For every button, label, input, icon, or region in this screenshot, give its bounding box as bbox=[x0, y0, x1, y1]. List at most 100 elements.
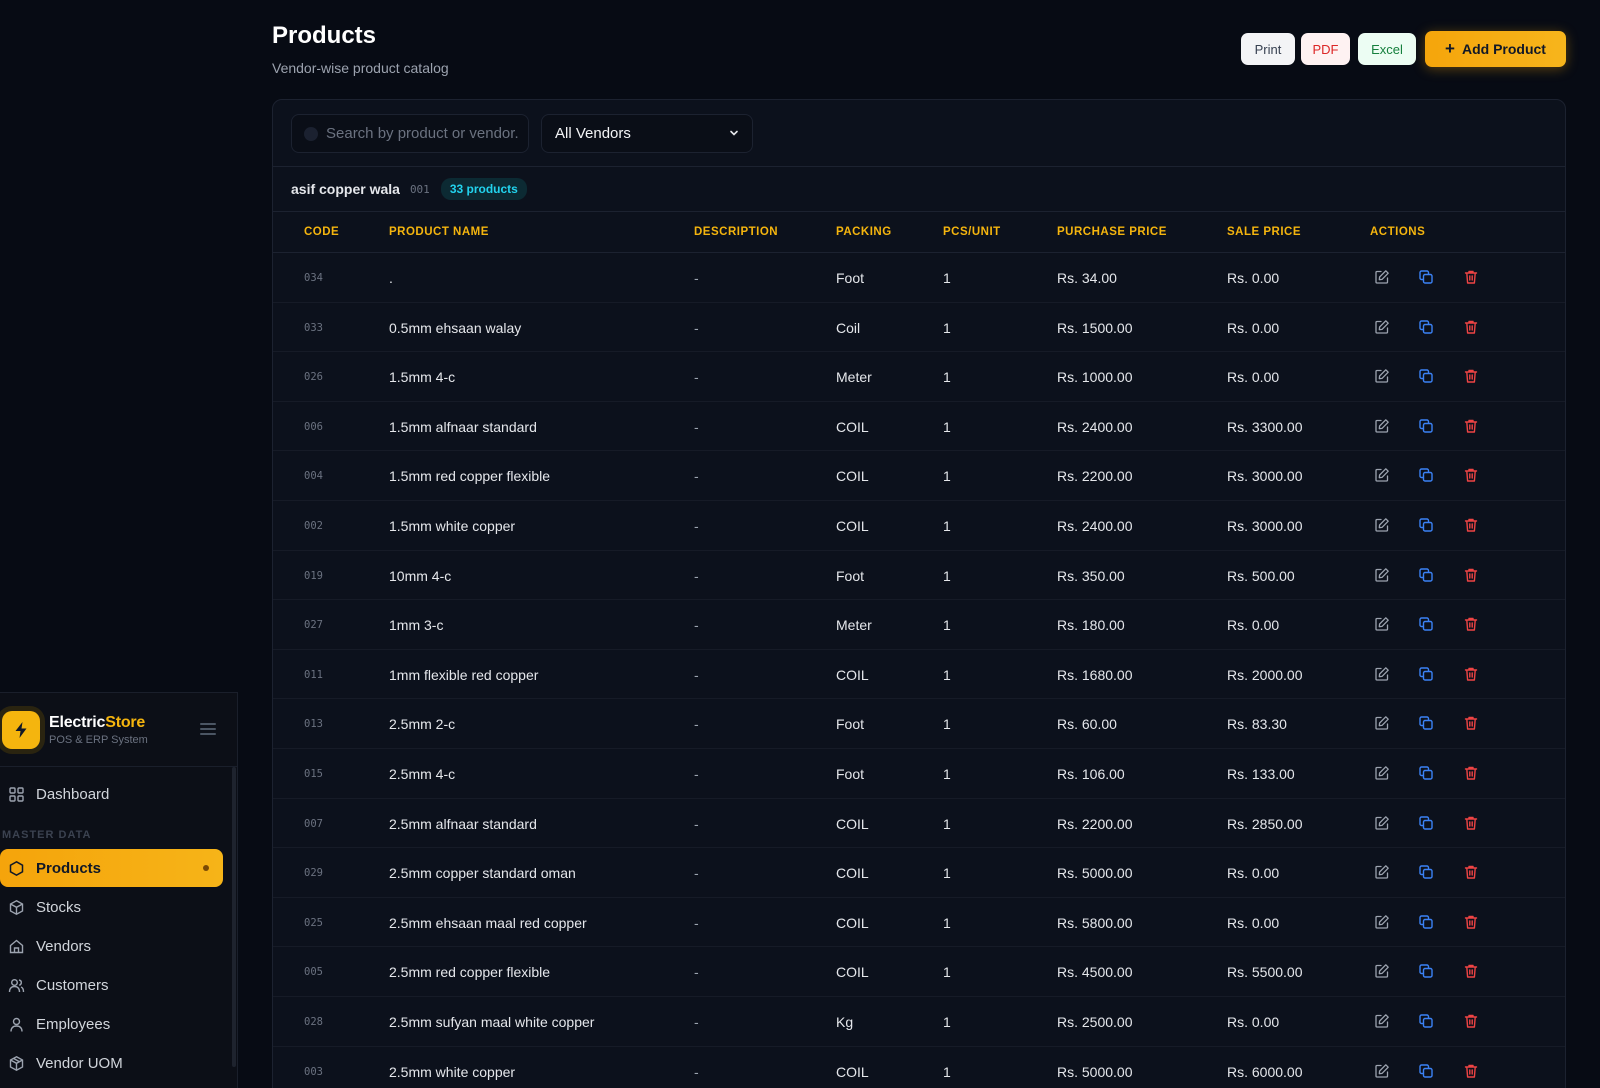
edit-icon[interactable] bbox=[1374, 616, 1390, 632]
trash-icon[interactable] bbox=[1463, 319, 1479, 335]
search-input[interactable] bbox=[326, 125, 518, 142]
edit-icon[interactable] bbox=[1374, 269, 1390, 285]
sidebar-item-dashboard[interactable]: Dashboard bbox=[0, 775, 223, 813]
table-row[interactable]: 026 1.5mm 4-c - Meter 1 Rs. 1000.00 Rs. 0.00 bbox=[273, 352, 1565, 402]
table-row[interactable]: 027 1mm 3-c - Meter 1 Rs. 180.00 Rs. 0.00 bbox=[273, 600, 1565, 650]
copy-icon[interactable] bbox=[1418, 269, 1434, 285]
edit-icon[interactable] bbox=[1374, 319, 1390, 335]
trash-icon[interactable] bbox=[1463, 1063, 1479, 1079]
vendor-group-header: asif copper wala 001 33 products bbox=[273, 167, 1565, 212]
copy-icon[interactable] bbox=[1418, 319, 1434, 335]
product-pcs-unit: 1 bbox=[943, 765, 951, 782]
sidebar-item-vendors[interactable]: Vendors bbox=[0, 927, 223, 965]
table-row[interactable]: 007 2.5mm alfnaar standard - COIL 1 Rs. 2200.… bbox=[273, 799, 1565, 849]
table-row[interactable]: 013 2.5mm 2-c - Foot 1 Rs. 60.00 Rs. 83.30 bbox=[273, 699, 1565, 749]
print-button[interactable]: Print bbox=[1241, 33, 1295, 65]
copy-icon[interactable] bbox=[1418, 467, 1434, 483]
table-row[interactable]: 015 2.5mm 4-c - Foot 1 Rs. 106.00 Rs. 133.00 bbox=[273, 749, 1565, 799]
vendor-select-value: All Vendors bbox=[555, 125, 631, 142]
edit-icon[interactable] bbox=[1374, 467, 1390, 483]
trash-icon[interactable] bbox=[1463, 517, 1479, 533]
search-box[interactable] bbox=[291, 114, 529, 153]
sidebar-item-stocks[interactable]: Stocks bbox=[0, 888, 223, 926]
sidebar-item-employees[interactable]: Employees bbox=[0, 1005, 223, 1043]
product-description: - bbox=[694, 468, 699, 485]
edit-icon[interactable] bbox=[1374, 914, 1390, 930]
copy-icon[interactable] bbox=[1418, 418, 1434, 434]
edit-icon[interactable] bbox=[1374, 864, 1390, 880]
trash-icon[interactable] bbox=[1463, 715, 1479, 731]
trash-icon[interactable] bbox=[1463, 1013, 1479, 1029]
pdf-button[interactable]: PDF bbox=[1301, 33, 1350, 65]
product-name: 2.5mm 4-c bbox=[389, 765, 456, 782]
table-row[interactable]: 028 2.5mm sufyan maal white copper - Kg 1 Rs.… bbox=[273, 997, 1565, 1047]
trash-icon[interactable] bbox=[1463, 963, 1479, 979]
trash-icon[interactable] bbox=[1463, 864, 1479, 880]
edit-icon[interactable] bbox=[1374, 815, 1390, 831]
trash-icon[interactable] bbox=[1463, 467, 1479, 483]
table-row[interactable]: 006 1.5mm alfnaar standard - COIL 1 Rs. 2400.… bbox=[273, 402, 1565, 452]
sidebar-item-vendor-uom[interactable]: Vendor UOM bbox=[0, 1044, 223, 1082]
add-product-button[interactable]: + Add Product bbox=[1425, 31, 1566, 67]
copy-icon[interactable] bbox=[1418, 517, 1434, 533]
table-row[interactable]: 004 1.5mm red copper flexible - COIL 1 Rs. 22… bbox=[273, 451, 1565, 501]
table-row[interactable]: 005 2.5mm red copper flexible - COIL 1 Rs. 45… bbox=[273, 947, 1565, 997]
copy-icon[interactable] bbox=[1418, 715, 1434, 731]
copy-icon[interactable] bbox=[1418, 765, 1434, 781]
table-row[interactable]: 002 1.5mm white copper - COIL 1 Rs. 2400.00 Rs… bbox=[273, 501, 1565, 551]
trash-icon[interactable] bbox=[1463, 815, 1479, 831]
trash-icon[interactable] bbox=[1463, 269, 1479, 285]
copy-icon[interactable] bbox=[1418, 616, 1434, 632]
edit-icon[interactable] bbox=[1374, 418, 1390, 434]
sidebar-scrollbar[interactable] bbox=[232, 767, 236, 1067]
copy-icon[interactable] bbox=[1418, 914, 1434, 930]
trash-icon[interactable] bbox=[1463, 765, 1479, 781]
table-row[interactable]: 034. - Foot 1 Rs. 34.00 Rs. 0.00 bbox=[273, 253, 1565, 303]
table-row[interactable]: 025 2.5mm ehsaan maal red copper - COIL 1 Rs.… bbox=[273, 898, 1565, 948]
edit-icon[interactable] bbox=[1374, 567, 1390, 583]
copy-icon[interactable] bbox=[1418, 368, 1434, 384]
table-row[interactable]: 033 0.5mm ehsaan walay - Coil 1 Rs. 1500.00 Rs… bbox=[273, 303, 1565, 353]
trash-icon[interactable] bbox=[1463, 666, 1479, 682]
edit-icon[interactable] bbox=[1374, 368, 1390, 384]
edit-icon[interactable] bbox=[1374, 765, 1390, 781]
table-row[interactable]: 029 2.5mm copper standard oman - COIL 1 Rs. 5… bbox=[273, 848, 1565, 898]
copy-icon[interactable] bbox=[1418, 666, 1434, 682]
sale-price: Rs. 83.30 bbox=[1227, 716, 1287, 733]
vendor-name: asif copper wala bbox=[291, 181, 400, 197]
sidebar-item-customers[interactable]: Customers bbox=[0, 966, 223, 1004]
edit-icon[interactable] bbox=[1374, 715, 1390, 731]
copy-icon[interactable] bbox=[1418, 815, 1434, 831]
purchase-price: Rs. 180.00 bbox=[1057, 617, 1125, 634]
product-pcs-unit: 1 bbox=[943, 617, 951, 634]
table-row[interactable]: 019 10mm 4-c - Foot 1 Rs. 350.00 Rs. 500.00 bbox=[273, 551, 1565, 601]
sidebar: ElectricStore POS & ERP System Dashboard… bbox=[0, 692, 238, 1088]
edit-icon[interactable] bbox=[1374, 666, 1390, 682]
trash-icon[interactable] bbox=[1463, 567, 1479, 583]
edit-icon[interactable] bbox=[1374, 1063, 1390, 1079]
product-pcs-unit: 1 bbox=[943, 567, 951, 584]
product-code: 003 bbox=[304, 1065, 323, 1078]
edit-icon[interactable] bbox=[1374, 1013, 1390, 1029]
trash-icon[interactable] bbox=[1463, 914, 1479, 930]
purchase-price: Rs. 2400.00 bbox=[1057, 517, 1133, 534]
edit-icon[interactable] bbox=[1374, 517, 1390, 533]
copy-icon[interactable] bbox=[1418, 864, 1434, 880]
sidebar-item-products[interactable]: Products bbox=[0, 849, 223, 887]
vendor-select[interactable]: All Vendors bbox=[541, 114, 753, 153]
trash-icon[interactable] bbox=[1463, 418, 1479, 434]
edit-icon[interactable] bbox=[1374, 963, 1390, 979]
trash-icon[interactable] bbox=[1463, 368, 1479, 384]
menu-toggle-icon[interactable] bbox=[198, 721, 218, 737]
trash-icon[interactable] bbox=[1463, 616, 1479, 632]
product-pcs-unit: 1 bbox=[943, 865, 951, 882]
purchase-price: Rs. 2200.00 bbox=[1057, 815, 1133, 832]
excel-button[interactable]: Excel bbox=[1358, 33, 1416, 65]
copy-icon[interactable] bbox=[1418, 1063, 1434, 1079]
copy-icon[interactable] bbox=[1418, 567, 1434, 583]
copy-icon[interactable] bbox=[1418, 1013, 1434, 1029]
table-row[interactable]: 003 2.5mm white copper - COIL 1 Rs. 5000.00 Rs… bbox=[273, 1047, 1565, 1088]
purchase-price: Rs. 5000.00 bbox=[1057, 865, 1133, 882]
copy-icon[interactable] bbox=[1418, 963, 1434, 979]
table-row[interactable]: 011 1mm flexible red copper - COIL 1 Rs. 1680… bbox=[273, 650, 1565, 700]
